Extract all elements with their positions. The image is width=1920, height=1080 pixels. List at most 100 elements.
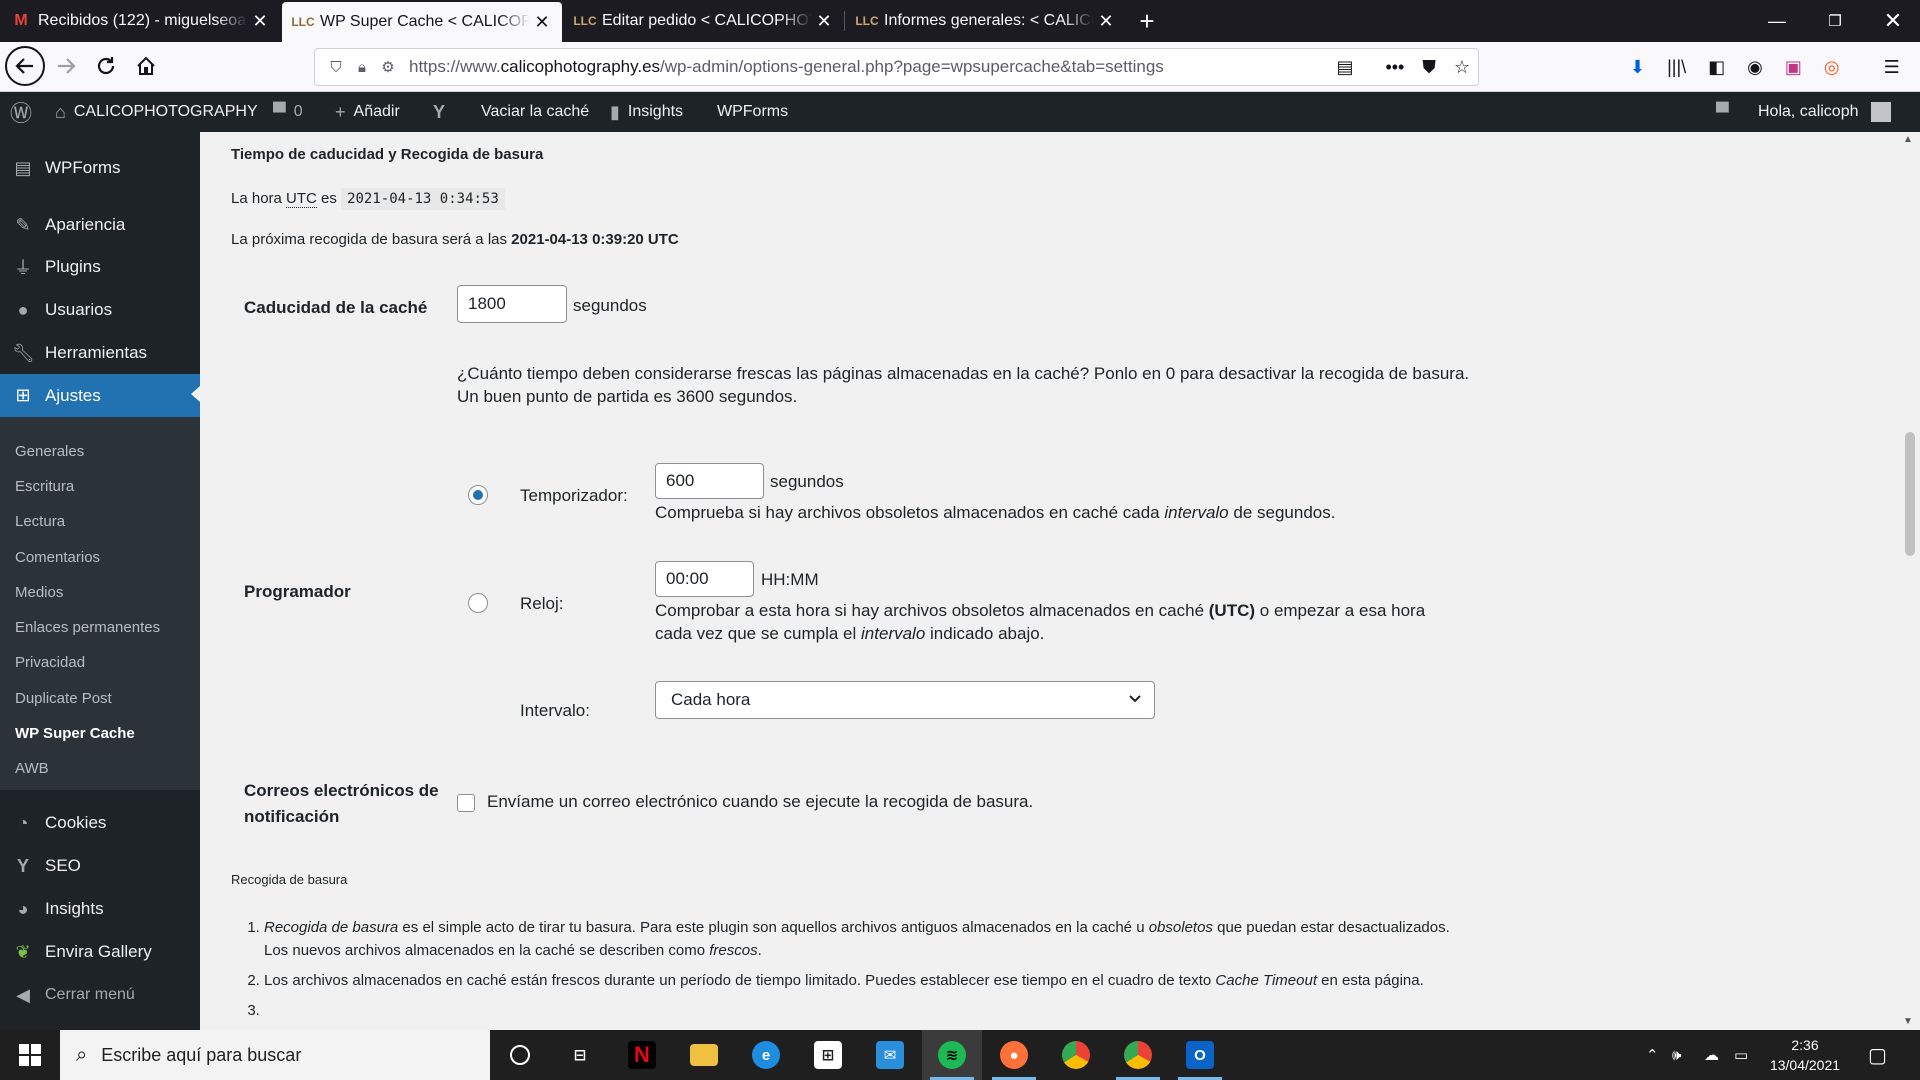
sidebar-item-seo[interactable]: Y SEO — [0, 846, 200, 886]
home-icon: ⌂ — [55, 101, 66, 122]
wordpress-logo-icon[interactable]: Ⓦ — [10, 92, 32, 132]
back-button[interactable] — [5, 46, 45, 86]
address-bar[interactable]: ⛉ 🔒︎ ⚙ https://www.calicophotography.es/… — [314, 48, 1479, 86]
admin-bar-add-new[interactable]: + Añadir — [335, 92, 400, 132]
submenu-lectura[interactable]: Lectura — [15, 513, 65, 530]
tab-title: Recibidos (122) - miguelseoano — [38, 12, 248, 29]
page-actions-icon[interactable]: ••• — [1385, 57, 1404, 78]
submenu-duplicate-post[interactable]: Duplicate Post — [15, 690, 112, 707]
submenu-escritura[interactable]: Escritura — [15, 478, 74, 495]
admin-bar-comments[interactable]: ▀ 0 — [273, 92, 303, 132]
taskbar-netflix[interactable]: N — [612, 1030, 672, 1080]
sidebar-item-envira[interactable]: ❦ Envira Gallery — [0, 932, 200, 972]
reload-button[interactable] — [88, 48, 124, 84]
task-view-button[interactable]: ⊟ — [550, 1030, 610, 1080]
taskbar-mail[interactable]: ✉ — [860, 1030, 920, 1080]
close-tab-icon[interactable]: ✕ — [248, 11, 272, 32]
notification-icon[interactable]: ▀ — [1716, 92, 1729, 132]
lock-icon[interactable]: 🔒︎ — [349, 59, 375, 76]
admin-bar-wpforms[interactable]: WPForms — [717, 92, 788, 132]
show-hidden-icons[interactable]: ⌃ — [1646, 1030, 1659, 1080]
new-tab-button[interactable]: + — [1133, 0, 1161, 42]
notifications-button[interactable]: ▢ — [1868, 1030, 1887, 1080]
taskbar-clock[interactable]: 2:36 13/04/2021 — [1760, 1035, 1850, 1075]
submenu-enlaces-permanentes[interactable]: Enlaces permanentes — [15, 619, 160, 636]
yoast-icon[interactable]: Y — [433, 92, 445, 132]
bookmark-star-icon[interactable]: ☆ — [1454, 57, 1470, 78]
scrollbar-thumb[interactable] — [1905, 432, 1915, 556]
download-icon[interactable]: ⬇ — [1630, 57, 1645, 78]
clock-input[interactable]: 00:00 — [655, 561, 754, 597]
permissions-icon[interactable]: ⚙ — [375, 58, 401, 76]
tab-informes[interactable]: LLC Informes generales: < CALICOP ✕ — [846, 0, 1126, 42]
library-icon[interactable]: |||\ — [1667, 57, 1686, 78]
sidebar-item-usuarios[interactable]: ● Usuarios — [0, 290, 200, 330]
tab-title: WP Super Cache < CALICOPHOTO — [320, 13, 530, 30]
close-tab-icon[interactable]: ✕ — [1094, 11, 1118, 32]
sidebar-item-plugins[interactable]: ⏚ Plugins — [0, 247, 200, 287]
close-tab-icon[interactable]: ✕ — [812, 11, 836, 32]
tab-gmail[interactable]: M Recibidos (122) - miguelseoano ✕ — [0, 0, 280, 42]
page-scrollbar[interactable]: ▲ ▼ — [1900, 132, 1920, 1030]
reader-view-icon[interactable]: ▤ — [1336, 57, 1353, 78]
restore-button[interactable]: ❐ — [1808, 0, 1862, 42]
submenu-generales[interactable]: Generales — [15, 443, 84, 460]
minimize-button[interactable]: — — [1750, 0, 1804, 42]
submenu-medios[interactable]: Medios — [15, 584, 63, 601]
sidebar-item-cookies[interactable]: ◔ Cookies — [0, 803, 200, 843]
extension-record-icon[interactable]: ◎ — [1824, 57, 1840, 78]
tab-wp-super-cache[interactable]: LLC WP Super Cache < CALICOPHOTO ✕ — [282, 2, 562, 42]
section-title: Tiempo de caducidad y Recogida de basura — [231, 146, 544, 163]
timer-radio[interactable] — [468, 485, 488, 505]
sidebar-icon[interactable]: ◧ — [1708, 57, 1725, 78]
taskbar-outlook[interactable]: O — [1170, 1030, 1230, 1080]
taskbar-explorer[interactable] — [674, 1030, 734, 1080]
account-icon[interactable]: ◉ — [1747, 57, 1763, 78]
taskbar-store[interactable]: ⊞ — [798, 1030, 858, 1080]
start-button[interactable] — [0, 1030, 60, 1080]
taskbar-firefox[interactable]: ● — [984, 1030, 1044, 1080]
url-text[interactable]: https://www.calicophotography.es/wp-admi… — [409, 57, 1164, 77]
cache-timeout-input[interactable]: 1800 — [457, 285, 567, 323]
sidebar-item-wpforms[interactable]: ▤ WPForms — [0, 148, 200, 188]
close-window-button[interactable]: ✕ — [1866, 0, 1920, 42]
taskbar-spotify[interactable]: ≋ — [922, 1030, 982, 1080]
submenu-wp-super-cache[interactable]: WP Super Cache — [15, 725, 135, 742]
notify-checkbox[interactable] — [457, 794, 475, 812]
cortana-button[interactable] — [490, 1030, 550, 1080]
pocket-icon[interactable]: ⛊ — [1422, 57, 1436, 78]
clock-radio[interactable] — [468, 593, 488, 613]
shield-icon[interactable]: ⛉ — [323, 59, 349, 76]
taskbar-chrome[interactable] — [1046, 1030, 1106, 1080]
battery-button[interactable]: ▭ — [1734, 1030, 1748, 1080]
submenu-awb[interactable]: AWB — [15, 760, 49, 777]
forward-button[interactable] — [48, 48, 84, 84]
submenu-comentarios[interactable]: Comentarios — [15, 549, 100, 566]
extension-icon[interactable]: ▣ — [1785, 57, 1802, 78]
scroll-up-icon[interactable]: ▲ — [1903, 134, 1913, 145]
admin-bar-account[interactable]: Hola, calicoph — [1758, 92, 1891, 132]
volume-button[interactable]: 🕪︎ — [1672, 1030, 1681, 1080]
admin-bar-insights[interactable]: ▮ Insights — [610, 92, 683, 132]
taskbar-search[interactable]: ⌕ Escribe aquí para buscar — [60, 1030, 490, 1080]
sidebar-item-herramientas[interactable]: 🔧︎ Herramientas — [0, 333, 200, 373]
home-button[interactable] — [128, 48, 164, 84]
scroll-down-icon[interactable]: ▼ — [1903, 1016, 1913, 1027]
close-tab-icon[interactable]: ✕ — [530, 12, 554, 33]
onedrive-button[interactable]: ☁ — [1704, 1030, 1719, 1080]
submenu-privacidad[interactable]: Privacidad — [15, 654, 85, 671]
taskbar-edge[interactable]: e — [736, 1030, 796, 1080]
sidebar-item-ajustes[interactable]: ⊞ Ajustes — [0, 374, 200, 417]
sidebar-item-apariencia[interactable]: ✎ Apariencia — [0, 205, 200, 245]
sidebar-item-insights[interactable]: ◕ Insights — [0, 889, 200, 929]
admin-bar-site[interactable]: ⌂ CALICOPHOTOGRAPHY — [55, 92, 258, 132]
taskbar-chrome-profile[interactable] — [1108, 1030, 1168, 1080]
windows-logo-icon — [19, 1044, 41, 1066]
timer-input[interactable]: 600 — [655, 463, 764, 499]
interval-select[interactable]: Cada hora — [655, 681, 1155, 719]
admin-bar-clear-cache[interactable]: Vaciar la caché — [481, 92, 589, 132]
sidebar-collapse-menu[interactable]: ◀ Cerrar menú — [0, 975, 200, 1015]
menu-icon[interactable]: ☰ — [1884, 57, 1900, 78]
tab-editar-pedido[interactable]: LLC Editar pedido < CALICOPHOTO ✕ — [564, 0, 844, 42]
settings-content: Tiempo de caducidad y Recogida de basura… — [200, 132, 1900, 1030]
